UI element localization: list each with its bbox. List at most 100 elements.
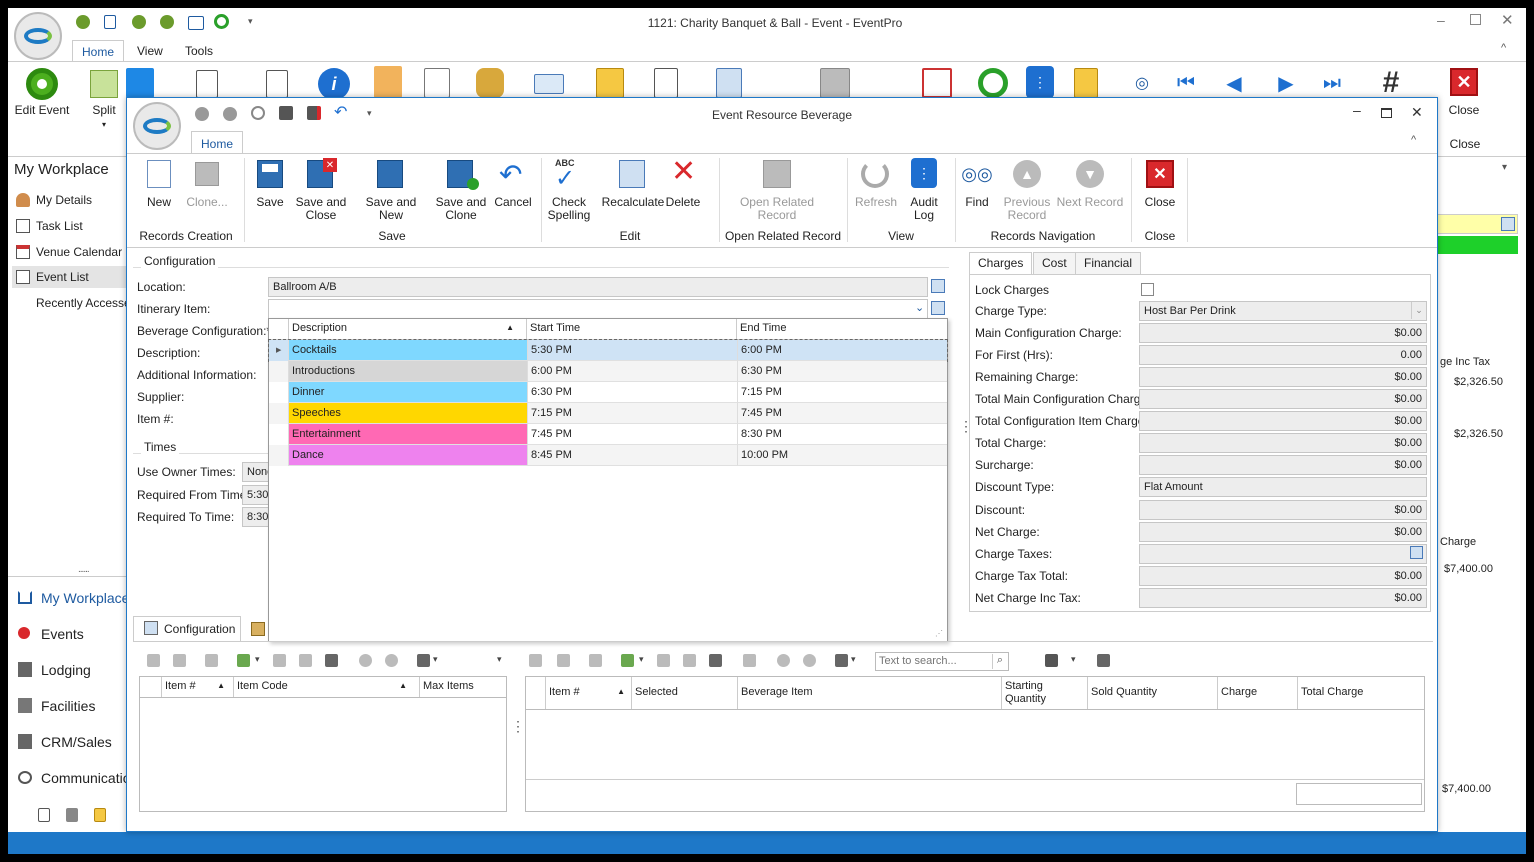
itinerary-dropdown-grid[interactable]: Description ▲ Start Time End Time ▶ Cockt… [268,318,948,642]
column-header-sold-quantity[interactable]: Sold Quantity [1088,677,1218,709]
discount-type-field[interactable]: Flat Amount [1139,477,1427,497]
recalculate-button[interactable]: Recalculate [595,158,671,210]
total-configuration-item-charge-field[interactable]: $0.00 [1139,411,1427,431]
total-charge-field[interactable]: $0.00 [1139,433,1427,453]
main-tab-tools[interactable]: Tools [185,44,213,58]
save-and-new-button[interactable]: Save and New [353,158,429,222]
grid-splitter-grip[interactable]: ⋮ [511,718,525,735]
column-header-beverage-item[interactable]: Beverage Item [738,677,1002,709]
checklist-icon[interactable] [38,808,50,822]
refresh-button[interactable]: Refresh [853,158,899,210]
chevron-down-icon[interactable]: ⌄ [915,301,924,314]
sidebar-item-venue-calendar[interactable]: Venue Calendar [16,243,134,263]
down-arrow-icon[interactable] [803,654,816,667]
main-tab-home[interactable]: Home [72,40,124,62]
dropdown-row[interactable]: Entertainment 7:45 PM 8:30 PM [269,424,947,445]
sidebar-item-my-details[interactable]: My Details [16,191,134,211]
column-header-item-number[interactable]: Item # ▲ [162,677,234,697]
net-charge-field[interactable]: $0.00 [1139,522,1427,542]
surcharge-field[interactable]: $0.00 [1139,455,1427,475]
new-button[interactable]: New [137,158,181,210]
cancel-button[interactable]: ↶ Cancel [491,158,535,210]
user-lock-icon[interactable] [374,66,402,98]
save-and-close-button[interactable]: ✕ Save and Close [293,158,349,224]
clipboard-icon[interactable] [683,654,696,667]
itinerary-item-combobox[interactable] [268,299,928,319]
resize-grip-icon[interactable]: ⋰ [935,629,943,638]
sidebar-splitter-grip[interactable]: ...... [78,564,90,575]
column-header-start-time[interactable]: Start Time [527,319,737,339]
module-communications[interactable]: Communicatio [16,768,134,790]
delete-button[interactable]: ✕ Delete [663,155,703,210]
clipboard-icon[interactable] [743,654,756,667]
next-record-icon[interactable]: ▶ [1274,72,1298,95]
module-my-workplace[interactable]: My Workplace [16,588,134,610]
note-icon[interactable] [596,68,624,98]
close-icon[interactable]: ✕ [1501,11,1514,29]
save-and-clone-button[interactable]: Save and Clone [433,158,489,224]
dialog-maximize-icon[interactable] [1381,108,1392,118]
new-item-icon[interactable] [147,654,160,667]
grid-search-text[interactable] [876,653,986,669]
previous-record-icon[interactable]: ◀ [1222,72,1246,95]
note-icon[interactable] [94,808,106,822]
maximize-icon[interactable] [1470,14,1481,25]
dropdown-row[interactable]: Dinner 6:30 PM 7:15 PM [269,382,947,403]
cube-icon[interactable] [126,68,154,98]
tax-lookup-icon[interactable] [1410,546,1423,559]
clipboard-icon[interactable] [654,68,678,98]
uncheck-icon[interactable] [557,654,570,667]
clipboard-icon[interactable] [1074,68,1098,98]
for-first-hrs-field[interactable]: 0.00 [1139,345,1427,365]
edit-event-button[interactable]: Edit Event [12,66,72,126]
configuration-items-grid[interactable]: Item # ▲ Item Code ▲ Max Items [139,676,507,812]
filter-icon[interactable] [417,654,430,667]
save-icon[interactable] [1045,654,1058,667]
column-header-description[interactable]: Description ▲ [289,319,527,339]
dialog-close-icon[interactable]: ✕ [1411,104,1423,121]
calculator-icon[interactable] [716,68,742,98]
column-header-starting-quantity[interactable]: Starting Quantity [1002,677,1088,709]
open-related-record-button[interactable]: Open Related Record [739,158,815,224]
tab-financial[interactable]: Financial [1075,252,1142,274]
main-tab-view[interactable]: View [137,44,163,58]
main-close-button[interactable]: ✕ Close [1436,66,1492,130]
ribbon-collapse-icon[interactable]: ^ [1501,42,1506,54]
coins-add-icon[interactable] [476,68,504,98]
printer-icon[interactable] [820,68,850,98]
refresh-icon[interactable] [978,68,1008,98]
remaining-charge-field[interactable]: $0.00 [1139,367,1427,387]
save-button[interactable]: Save [251,158,289,210]
delete-item-icon[interactable] [173,654,186,667]
tab-notes-icon[interactable] [251,622,265,636]
dropdown-row[interactable]: Introductions 6:00 PM 6:30 PM [269,361,947,382]
sidebar-item-recently-accessed[interactable]: Recently Accessed [36,296,137,310]
ribbon-collapse-icon[interactable]: ^ [1411,134,1416,146]
footprints-icon[interactable]: ⋮ [1026,66,1054,98]
up-arrow-icon[interactable] [359,654,372,667]
charge-type-field[interactable]: Host Bar Per Drink [1139,301,1427,321]
first-record-icon[interactable]: ⏮ [1174,72,1198,94]
chevron-down-icon[interactable]: ▾ [497,654,502,665]
tab-cost[interactable]: Cost [1033,252,1076,274]
add-grid-icon[interactable] [237,654,250,667]
previous-record-button[interactable]: ▲ Previous Record [997,158,1057,224]
add-grid-icon[interactable] [621,654,634,667]
columns-icon[interactable] [325,654,338,667]
column-header-item-number[interactable]: Item # ▲ [546,677,632,709]
copy-icon[interactable] [589,654,602,667]
location-field[interactable]: Ballroom A/B [268,277,928,297]
lock-charges-checkbox[interactable] [1141,283,1154,296]
mail-icon[interactable] [534,74,564,94]
dropdown-arrow-icon[interactable]: ▾ [255,654,260,665]
discount-field[interactable]: $0.00 [1139,500,1427,520]
clone-button[interactable]: Clone... [183,158,231,210]
document-add-icon[interactable] [424,68,450,98]
sidebar-item-event-list[interactable]: Event List [12,266,134,288]
calendar-clock-icon[interactable] [922,68,952,98]
export-icon[interactable] [1097,654,1110,667]
find-button[interactable]: ◎◎ Find [957,158,997,210]
sidebar-item-task-list[interactable]: Task List [16,217,134,237]
tab-charges[interactable]: Charges [969,252,1033,274]
location-lookup-icon[interactable] [931,279,945,293]
